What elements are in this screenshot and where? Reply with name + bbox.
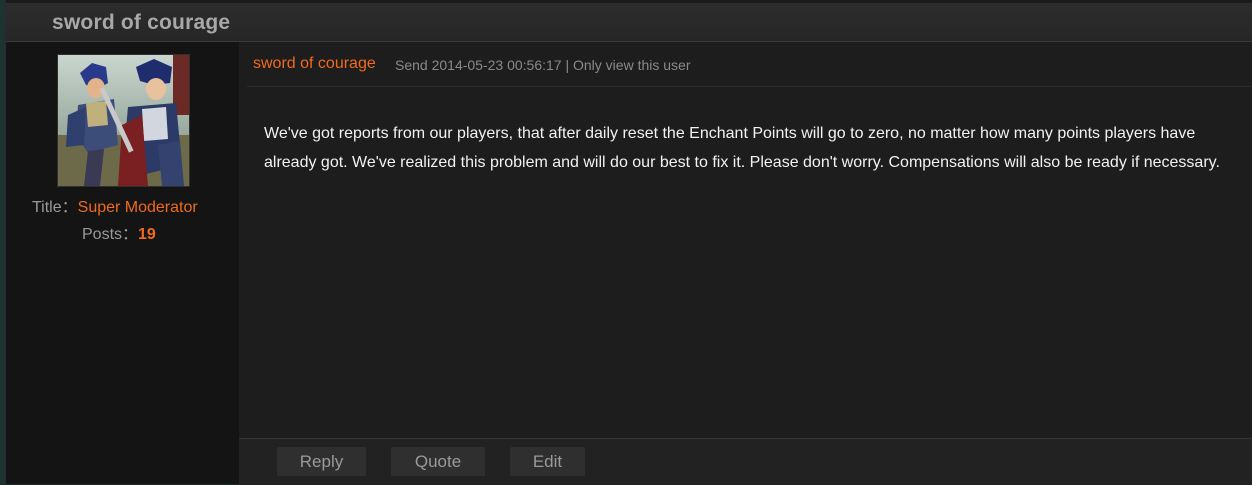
user-info-column: Title：Super Moderator Posts：19 [6,42,239,484]
user-posts-value: 19 [138,226,156,243]
user-title-label: Title： [32,199,78,216]
user-title-value: Super Moderator [77,199,198,216]
post-actions-bar: Reply Quote Edit [239,438,1252,485]
user-posts-row: Posts：19 [82,220,156,244]
thread-title: sword of courage [52,11,231,34]
edit-button[interactable]: Edit [510,447,585,476]
avatar[interactable] [57,54,190,187]
post-body: We've got reports from our players, that… [264,125,1220,171]
user-title-row: Title：Super Moderator [32,193,198,217]
quote-button[interactable]: Quote [391,447,485,476]
post-column: sword of courage Send 2014-05-23 00:56:1… [239,42,1252,485]
post-author-link[interactable]: sword of courage [253,55,376,73]
post-info: Send 2014-05-23 00:56:17 | Only view thi… [395,57,691,73]
forum-post-panel: sword of courage Title：Super Moderator P… [5,0,1252,485]
user-posts-label: Posts： [82,226,139,243]
thread-title-bar: sword of courage [6,3,1252,42]
post-header: sword of courage Send 2014-05-23 00:56:1… [247,42,1252,87]
avatar-image [58,55,189,186]
page-background: sword of courage Title：Super Moderator P… [0,0,1252,485]
reply-button[interactable]: Reply [277,447,366,476]
